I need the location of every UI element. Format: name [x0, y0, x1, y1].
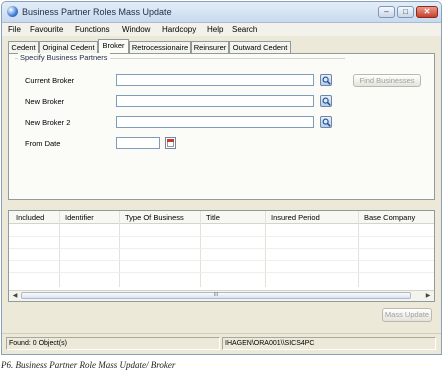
menu-favourite[interactable]: Favourite: [30, 25, 63, 34]
horizontal-scrollbar[interactable]: ◀ III ▶: [9, 290, 434, 301]
column-divider: [265, 211, 266, 287]
tab-cedent[interactable]: Cedent: [8, 41, 39, 53]
from-date-label: From Date: [25, 139, 61, 148]
calendar-icon-body: [167, 142, 174, 147]
tab-reinsurer[interactable]: Reinsurer: [191, 41, 229, 53]
find-businesses-button[interactable]: Find Businesses: [353, 74, 421, 87]
new-broker-2-label: New Broker 2: [25, 118, 71, 127]
menu-window[interactable]: Window: [122, 25, 150, 34]
table-header: Included Identifier Type Of Business Tit…: [9, 211, 434, 224]
scroll-left-icon[interactable]: ◀: [10, 292, 20, 300]
from-date-field[interactable]: [116, 137, 160, 149]
window-title: Business Partner Roles Mass Update: [22, 7, 172, 17]
new-broker-label: New Broker: [25, 97, 65, 106]
current-broker-label: Current Broker: [25, 76, 75, 85]
broker-tab-panel: Specify Business Partners Current Broker…: [8, 53, 435, 200]
column-divider: [59, 211, 60, 287]
business-table: Included Identifier Type Of Business Tit…: [8, 210, 435, 302]
tab-retrocessionaire[interactable]: Retrocessionaire: [129, 41, 191, 53]
column-type-of-business[interactable]: Type Of Business: [125, 213, 184, 222]
scroll-thumb[interactable]: III: [21, 292, 411, 299]
menu-search[interactable]: Search: [232, 25, 257, 34]
new-broker-lookup-button[interactable]: [320, 95, 332, 107]
new-broker-2-lookup-button[interactable]: [320, 116, 332, 128]
column-divider: [200, 211, 201, 287]
main-window: Business Partner Roles Mass Update – □ ✕…: [1, 1, 442, 355]
mass-update-button[interactable]: Mass Update: [382, 308, 432, 322]
minimize-button[interactable]: –: [378, 6, 395, 18]
tab-outward-cedent[interactable]: Outward Cedent: [229, 41, 291, 53]
calendar-button[interactable]: [165, 137, 176, 149]
table-row: [9, 260, 434, 261]
magnifier-icon: [322, 76, 331, 85]
column-identifier[interactable]: Identifier: [65, 213, 94, 222]
maximize-button[interactable]: □: [397, 6, 414, 18]
menu-hardcopy[interactable]: Hardcopy: [162, 25, 196, 34]
column-base-company[interactable]: Base Company: [364, 213, 415, 222]
close-button[interactable]: ✕: [416, 6, 438, 18]
magnifier-icon: [322, 97, 331, 106]
table-row: [9, 272, 434, 273]
magnifier-icon: [322, 118, 331, 127]
column-title[interactable]: Title: [206, 213, 220, 222]
current-broker-lookup-button[interactable]: [320, 74, 332, 86]
status-session: IHAGEN\ORA001\\SICS4PC: [222, 337, 436, 350]
table-row: [9, 248, 434, 249]
menu-functions[interactable]: Functions: [75, 25, 110, 34]
tab-original-cedent[interactable]: Original Cedent: [39, 41, 98, 53]
column-divider: [358, 211, 359, 287]
title-bar: Business Partner Roles Mass Update – □ ✕: [2, 2, 441, 23]
new-broker-field[interactable]: [116, 95, 314, 107]
current-broker-field[interactable]: [116, 74, 314, 86]
menu-help[interactable]: Help: [207, 25, 223, 34]
status-bar: Found: 0 Object(s) IHAGEN\ORA001\\SICS4P…: [2, 333, 441, 354]
table-row: [9, 236, 434, 237]
figure-caption: P6. Business Partner Role Mass Update/ B…: [1, 360, 176, 370]
menu-file[interactable]: File: [8, 25, 21, 34]
scroll-right-icon[interactable]: ▶: [423, 292, 433, 300]
tab-strip: Cedent Original Cedent Broker Retrocessi…: [2, 39, 441, 53]
new-broker-2-field[interactable]: [116, 116, 314, 128]
globe-icon: [7, 6, 18, 17]
tab-broker[interactable]: Broker: [98, 39, 129, 53]
column-divider: [119, 211, 120, 287]
menu-bar: File Favourite Functions Window Hardcopy…: [2, 23, 441, 36]
column-insured-period[interactable]: Insured Period: [271, 213, 320, 222]
column-included[interactable]: Included: [16, 213, 44, 222]
status-found-count: Found: 0 Object(s): [6, 337, 220, 350]
group-title: Specify Business Partners: [18, 53, 110, 62]
